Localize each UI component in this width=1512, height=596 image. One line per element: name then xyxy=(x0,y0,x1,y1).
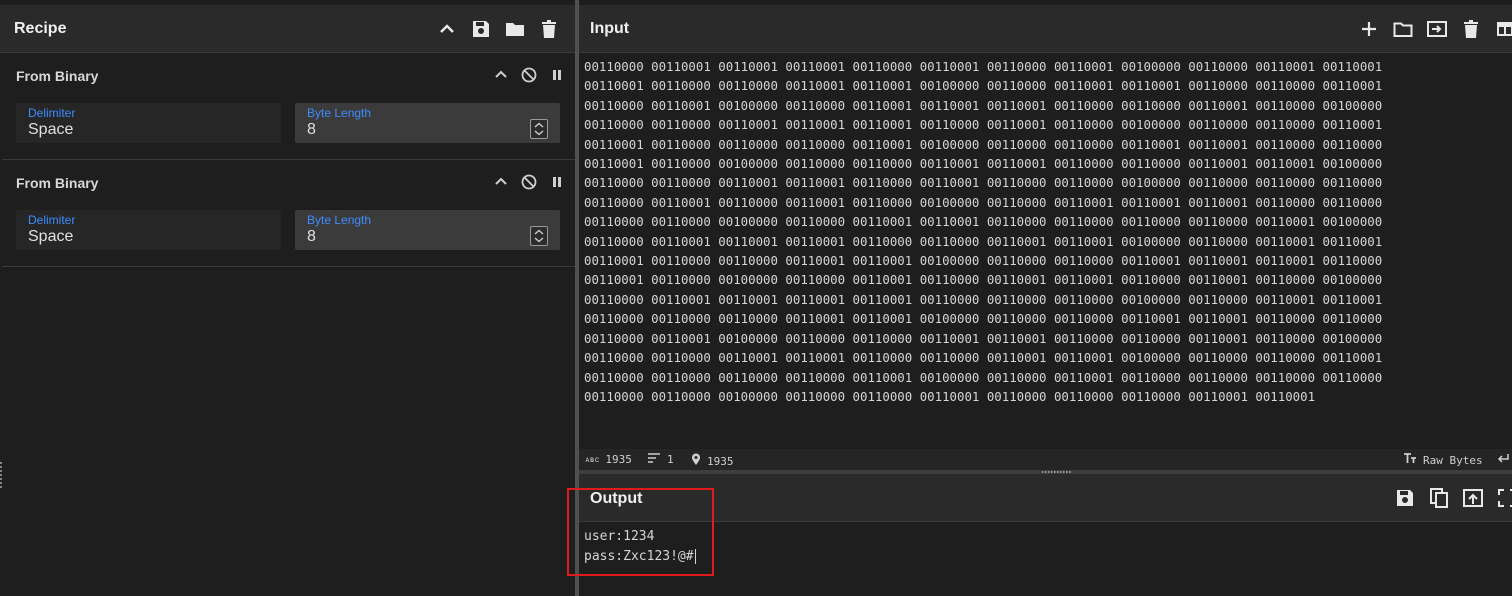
disable-icon[interactable] xyxy=(520,66,538,84)
lines-value: 1 xyxy=(667,453,674,466)
byte-length-label: Byte Length xyxy=(307,213,372,227)
import-icon[interactable] xyxy=(1426,18,1448,40)
highlight-annotation-box xyxy=(567,488,714,576)
operation-title: From Binary xyxy=(16,175,99,191)
replace-input-icon[interactable] xyxy=(1462,487,1484,509)
save-icon[interactable] xyxy=(470,18,492,40)
recipe-operation-from-binary-2[interactable]: From Binary Delimiter Space Byte Length … xyxy=(2,160,576,267)
byte-length-field[interactable]: Byte Length 8 xyxy=(295,103,560,143)
byte-length-field[interactable]: Byte Length 8 xyxy=(295,210,560,250)
byte-length-label: Byte Length xyxy=(307,106,372,120)
operation-controls xyxy=(492,66,566,84)
chevron-up-icon[interactable] xyxy=(492,173,510,191)
chevron-up-icon[interactable] xyxy=(492,66,510,84)
byte-length-value: 8 xyxy=(307,228,316,245)
lines-stat: 1 xyxy=(647,453,674,466)
trash-icon[interactable] xyxy=(1460,18,1482,40)
delimiter-value: Space xyxy=(28,228,74,245)
input-pane: Input 00110000 00110001 00110001 0011000… xyxy=(579,0,1512,470)
recipe-operation-from-binary-1[interactable]: From Binary Delimiter Space Byte Length … xyxy=(2,53,576,160)
byte-length-stepper[interactable] xyxy=(530,226,548,246)
recipe-title: Recipe xyxy=(14,20,67,37)
delimiter-field[interactable]: Delimiter Space xyxy=(16,210,281,250)
maximize-icon[interactable] xyxy=(1496,487,1512,509)
input-title: Input xyxy=(590,20,630,37)
input-status-bar: ᴀʙᴄ 1935 1 1935 Raw Bytes xyxy=(579,449,1512,470)
abc-icon: ᴀʙᴄ xyxy=(585,454,600,464)
plus-icon[interactable] xyxy=(1358,18,1380,40)
length-value: 1935 xyxy=(605,453,632,466)
folder-icon[interactable] xyxy=(1392,18,1414,40)
input-toolbar xyxy=(1358,18,1512,40)
encoding-selector[interactable]: Raw Bytes xyxy=(1403,453,1483,467)
delimiter-field[interactable]: Delimiter Space xyxy=(16,103,281,143)
pause-icon[interactable] xyxy=(548,173,566,191)
lines-icon xyxy=(647,453,661,466)
folder-icon[interactable] xyxy=(504,18,526,40)
input-header: Input xyxy=(579,5,1512,53)
delimiter-label: Delimiter xyxy=(28,106,76,120)
byte-length-value: 8 xyxy=(307,121,316,138)
output-header: Output xyxy=(579,474,1512,522)
text-type-icon xyxy=(1403,453,1417,467)
recipe-pane: Recipe From Binary Delimiter Space Byte … xyxy=(0,0,576,596)
location-pin-icon xyxy=(691,453,701,469)
length-stat: ᴀʙᴄ 1935 xyxy=(585,453,632,466)
trash-icon[interactable] xyxy=(538,18,560,40)
input-textarea[interactable]: 00110000 00110001 00110001 00110001 0011… xyxy=(584,57,1504,437)
output-pane: Output user:1234 pass:Zxc123!@# xyxy=(579,474,1512,596)
operation-title: From Binary xyxy=(16,68,99,84)
disable-icon[interactable] xyxy=(520,173,538,191)
operation-controls xyxy=(492,173,566,191)
output-toolbar xyxy=(1394,487,1512,509)
layout-icon[interactable] xyxy=(1494,18,1512,40)
recipe-toolbar xyxy=(436,18,560,40)
splitter-grip[interactable] xyxy=(1042,471,1072,473)
pane-resize-handle[interactable] xyxy=(0,462,2,490)
pause-icon[interactable] xyxy=(548,66,566,84)
delimiter-label: Delimiter xyxy=(28,213,76,227)
byte-length-stepper[interactable] xyxy=(530,119,548,139)
delimiter-value: Space xyxy=(28,121,74,138)
copy-icon[interactable] xyxy=(1428,487,1450,509)
position-value: 1935 xyxy=(707,454,734,468)
chevron-up-icon[interactable] xyxy=(436,18,458,40)
encoding-label: Raw Bytes xyxy=(1423,453,1483,467)
save-icon[interactable] xyxy=(1394,487,1416,509)
return-icon xyxy=(1496,453,1510,467)
eol-selector[interactable] xyxy=(1496,453,1510,467)
recipe-header: Recipe xyxy=(0,5,576,53)
position-stat: 1935 xyxy=(691,453,734,469)
